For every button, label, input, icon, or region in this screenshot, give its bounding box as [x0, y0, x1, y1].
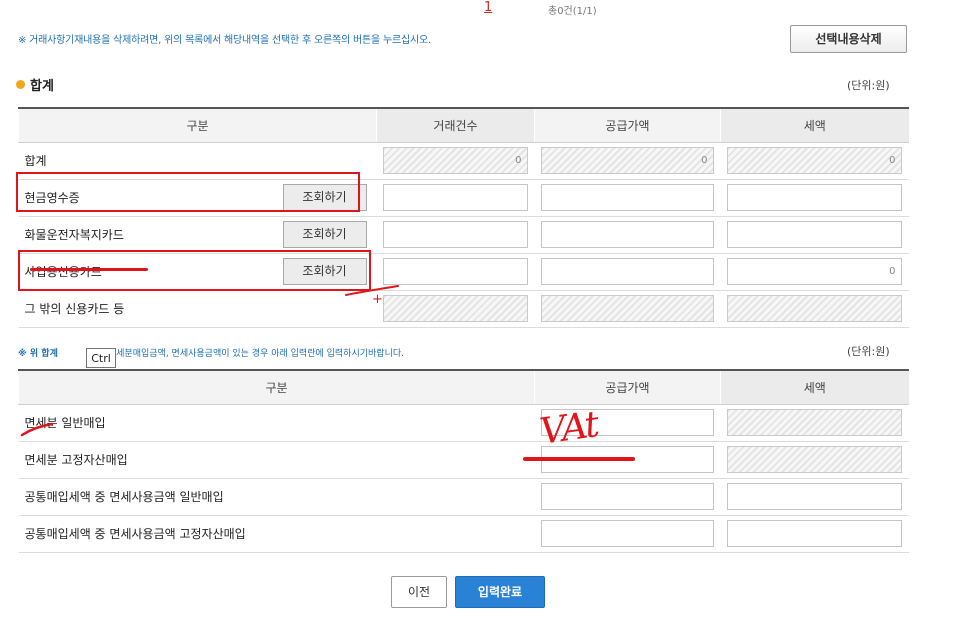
summary-table: 구분 거래건수 공급가액 세액 합계 0 0 0 현금영수증 조회하기 화물운전자…: [18, 107, 909, 328]
common-fixed-supply-input[interactable]: [540, 520, 714, 547]
cash-receipt-count-input[interactable]: [382, 184, 528, 211]
annotation-underline-exempt: [20, 422, 54, 437]
business-card-tax-input[interactable]: 0: [726, 258, 902, 285]
header-supply: 공급가액: [534, 108, 721, 143]
submit-button[interactable]: 입력완료: [455, 576, 545, 608]
total-tax-field: 0: [726, 147, 902, 174]
row-label: 그 밖의 신용카드 등: [24, 301, 125, 316]
summary-unit: (단위:원): [847, 79, 890, 92]
exempt-notice-bold: ※ 위 합계: [18, 349, 58, 359]
cash-receipt-supply-input[interactable]: [540, 184, 714, 211]
business-card-supply-input[interactable]: [540, 258, 714, 285]
common-general-tax-input[interactable]: [726, 483, 902, 510]
prev-button[interactable]: 이전: [391, 576, 447, 608]
other-card-supply-field: [540, 295, 714, 322]
page-number-link[interactable]: 1: [484, 0, 492, 15]
table-row: 공통매입세액 중 면세사용금액 고정자산매입: [18, 515, 909, 553]
table-row: 면세분 일반매입: [18, 404, 909, 442]
summary-title: 합계: [30, 79, 54, 94]
table-row: 면세분 고정자산매입: [18, 441, 909, 479]
ctrl-tooltip: Ctrl: [86, 348, 116, 368]
delete-notice: ※ 거래사항기재내용을 삭제하려면, 위의 목록에서 해당내역을 선택한 후 오…: [18, 35, 431, 46]
total-supply-field: 0: [540, 147, 714, 174]
total-count-field: 0: [382, 147, 528, 174]
table-row: 공통매입세액 중 면세사용금액 일반매입: [18, 478, 909, 516]
common-fixed-tax-input[interactable]: [726, 520, 902, 547]
exempt-notice: ※ 위 합계 중 면세분매입금액, 면세사용금액이 있는 경우 아래 입력란에 …: [18, 346, 404, 359]
header-count: 거래건수: [376, 108, 535, 143]
annotation-vat-text: VAt: [537, 404, 600, 453]
cargo-card-tax-input[interactable]: [726, 221, 902, 248]
table-row: 그 밖의 신용카드 등: [18, 290, 909, 328]
annotation-underline-business-card: [30, 268, 148, 271]
table-row: 화물운전자복지카드 조회하기: [18, 216, 909, 254]
cash-receipt-tax-input[interactable]: [726, 184, 902, 211]
annotation-box-cash-receipt: [16, 172, 360, 212]
row-label: 합계: [24, 153, 47, 168]
header-category: 구분: [18, 108, 377, 143]
header-tax: 세액: [720, 370, 909, 405]
row-label: 공통매입세액 중 면세사용금액 고정자산매입: [24, 526, 246, 541]
header-category: 구분: [18, 370, 535, 405]
cargo-card-count-input[interactable]: [382, 221, 528, 248]
header-tax: 세액: [720, 108, 909, 143]
row-label: 면세분 고정자산매입: [24, 452, 128, 467]
exempt-unit: (단위:원): [847, 345, 890, 358]
row-label: 공통매입세액 중 면세사용금액 일반매입: [24, 489, 224, 504]
section-bullet-icon: [16, 80, 25, 89]
cargo-card-lookup-button[interactable]: 조회하기: [282, 220, 367, 248]
common-general-supply-input[interactable]: [540, 483, 714, 510]
row-label: 화물운전자복지카드: [24, 227, 124, 242]
cargo-card-supply-input[interactable]: [540, 221, 714, 248]
annotation-underline-vat: [523, 457, 635, 461]
annotation-plus-mark: +: [372, 292, 383, 307]
page-total-text: 총0건(1/1): [548, 6, 597, 17]
header-supply: 공급가액: [534, 370, 721, 405]
exempt-fixed-tax-field: [726, 446, 902, 473]
exempt-table: 구분 공급가액 세액 면세분 일반매입 면세분 고정자산매입 공통매입세액 중 …: [18, 369, 909, 553]
exempt-general-tax-field: [726, 409, 902, 436]
other-card-tax-field: [726, 295, 902, 322]
delete-selected-button[interactable]: 선택내용삭제: [790, 25, 907, 53]
